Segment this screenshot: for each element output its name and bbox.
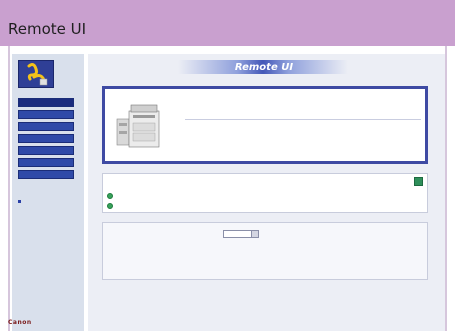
device-info-panel (102, 86, 428, 164)
scanner-status-row (107, 202, 120, 209)
main-content: Remote UI (88, 54, 445, 331)
chevron-down-icon (251, 231, 258, 237)
caption-bar: Remote UI (0, 0, 455, 46)
caption-title: Remote UI (8, 20, 87, 38)
nav-item-7[interactable] (18, 170, 74, 179)
nav-item-status[interactable] (18, 98, 74, 107)
nav-item-2[interactable] (18, 110, 74, 119)
divider (185, 119, 421, 120)
sidebar (12, 54, 84, 331)
printer-image (116, 104, 160, 148)
printer-status-row (107, 192, 120, 199)
bullet-icon (18, 200, 21, 203)
nav-item-5[interactable] (18, 146, 74, 155)
plug-icon (27, 63, 48, 86)
nav-item-4[interactable] (18, 134, 74, 143)
nav-item-3[interactable] (18, 122, 74, 131)
brand-logo: Canon (8, 319, 32, 326)
remote-ui-logo-icon[interactable] (18, 60, 54, 88)
status-panel (102, 173, 428, 213)
status-ok-icon (107, 192, 113, 199)
status-ok-icon (107, 202, 113, 209)
banner-title: Remote UI (234, 62, 294, 73)
language-select[interactable] (223, 230, 259, 238)
nav-item-6[interactable] (18, 158, 74, 167)
settings-panel (102, 222, 428, 280)
refresh-icon[interactable] (414, 177, 423, 186)
